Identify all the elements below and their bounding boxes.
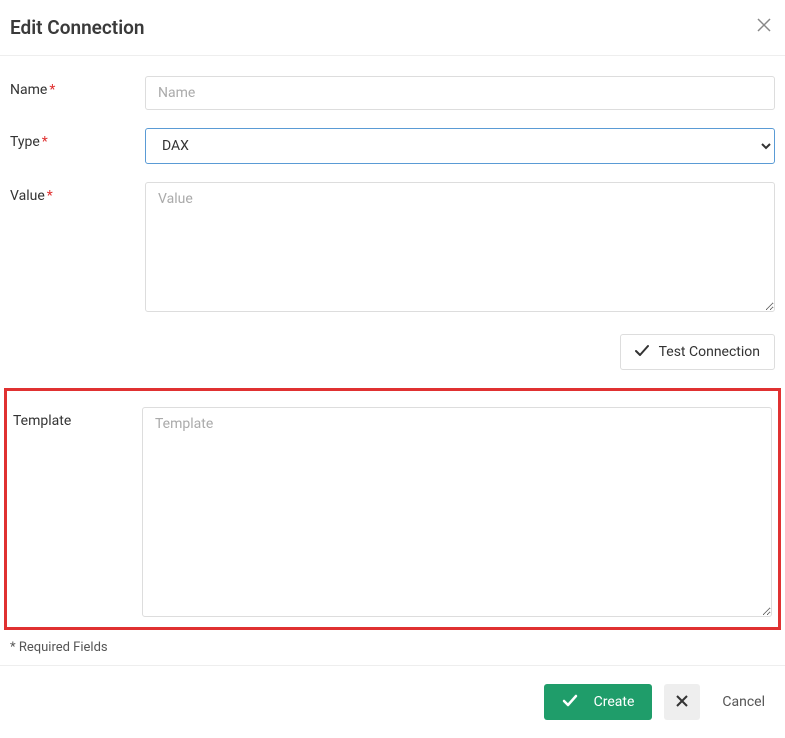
name-label: Name*: [10, 76, 145, 98]
modal-footer: Create Cancel: [0, 665, 785, 738]
required-star: *: [49, 82, 55, 98]
check-icon: [635, 343, 649, 361]
modal-header: Edit Connection: [0, 0, 785, 56]
name-control-wrap: [145, 76, 775, 110]
type-select[interactable]: DAX: [145, 128, 775, 164]
close-button[interactable]: [753, 16, 775, 36]
value-label: Value*: [10, 182, 145, 204]
name-input[interactable]: [145, 76, 775, 110]
create-button-label: Create: [594, 694, 635, 710]
check-icon: [562, 692, 578, 712]
create-button[interactable]: Create: [544, 684, 653, 720]
test-connection-button[interactable]: Test Connection: [620, 334, 775, 370]
name-label-text: Name: [10, 82, 47, 98]
type-row: Type* DAX: [10, 128, 775, 164]
value-label-text: Value: [10, 188, 45, 204]
value-row: Value*: [10, 182, 775, 316]
close-icon: [757, 15, 771, 37]
test-button-label: Test Connection: [659, 344, 760, 360]
template-row: Template: [13, 407, 772, 621]
name-row: Name*: [10, 76, 775, 110]
modal-title: Edit Connection: [10, 16, 145, 39]
template-label: Template: [13, 407, 142, 429]
type-control-wrap: DAX: [145, 128, 775, 164]
edit-connection-modal: Edit Connection Name* Type*: [0, 0, 785, 712]
value-textarea[interactable]: [145, 182, 775, 312]
type-label: Type*: [10, 128, 145, 150]
test-row: Test Connection: [10, 334, 775, 370]
cancel-icon-button[interactable]: [664, 684, 700, 720]
cancel-button[interactable]: Cancel: [712, 686, 775, 718]
required-star: *: [42, 134, 48, 150]
x-icon: [676, 695, 688, 710]
template-textarea[interactable]: [142, 407, 772, 617]
template-control-wrap: [142, 407, 772, 621]
required-star: *: [47, 188, 53, 204]
type-label-text: Type: [10, 134, 40, 150]
value-control-wrap: [145, 182, 775, 316]
modal-body: Name* Type* DAX Value*: [0, 56, 785, 665]
template-highlight: Template: [4, 388, 781, 630]
required-fields-note: * Required Fields: [10, 640, 775, 655]
